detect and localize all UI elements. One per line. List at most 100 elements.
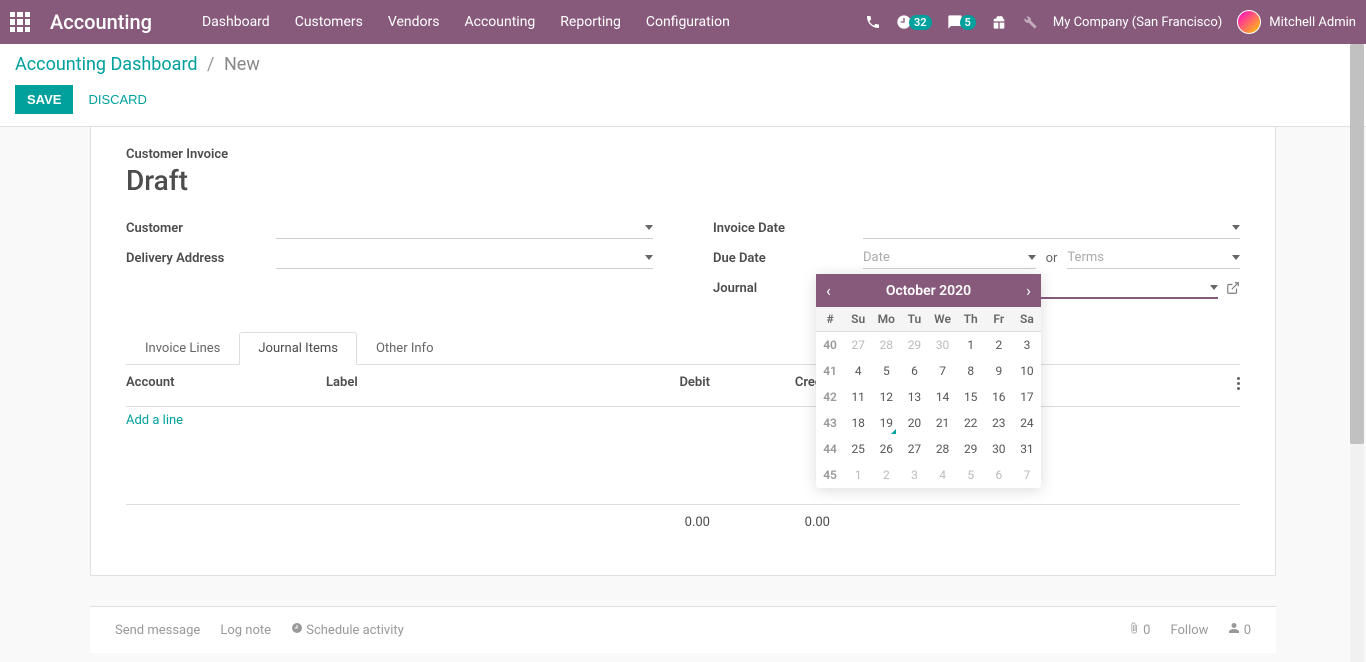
th-debit: Debit bbox=[590, 375, 710, 396]
scrollbar[interactable] bbox=[1350, 44, 1364, 662]
log-note[interactable]: Log note bbox=[220, 623, 271, 638]
dp-day[interactable]: 25 bbox=[844, 436, 872, 462]
dp-day[interactable]: 19 bbox=[872, 410, 900, 436]
customer-input[interactable] bbox=[276, 217, 653, 239]
dp-day[interactable]: 13 bbox=[900, 384, 928, 410]
dp-day[interactable]: 21 bbox=[929, 410, 957, 436]
dp-dow-Sa: Sa bbox=[1013, 307, 1041, 331]
phone-icon[interactable] bbox=[865, 14, 881, 30]
followers[interactable]: 0 bbox=[1228, 622, 1251, 638]
dp-day[interactable]: 15 bbox=[957, 384, 985, 410]
dp-day[interactable]: 17 bbox=[1013, 384, 1041, 410]
nav-dashboard[interactable]: Dashboard bbox=[202, 14, 270, 30]
subtitle: Customer Invoice bbox=[126, 147, 1240, 162]
send-message[interactable]: Send message bbox=[115, 623, 200, 638]
dp-day[interactable]: 27 bbox=[844, 332, 872, 358]
avatar bbox=[1237, 10, 1261, 34]
schedule-activity[interactable]: Schedule activity bbox=[291, 622, 404, 638]
tab-journal-items[interactable]: Journal Items bbox=[239, 332, 357, 365]
dp-day[interactable]: 4 bbox=[929, 462, 957, 488]
messages-indicator[interactable]: 5 bbox=[947, 14, 976, 30]
dp-day[interactable]: 3 bbox=[900, 462, 928, 488]
terms-input[interactable]: Terms bbox=[1067, 247, 1240, 269]
tab-other-info[interactable]: Other Info bbox=[357, 332, 453, 365]
dp-day[interactable]: 14 bbox=[929, 384, 957, 410]
dp-day[interactable]: 9 bbox=[985, 358, 1013, 384]
dp-day[interactable]: 22 bbox=[957, 410, 985, 436]
activity-indicator[interactable]: 32 bbox=[896, 14, 932, 30]
dp-day[interactable]: 11 bbox=[844, 384, 872, 410]
attachments[interactable]: 0 bbox=[1128, 622, 1151, 638]
dp-day[interactable]: 12 bbox=[872, 384, 900, 410]
nav-reporting[interactable]: Reporting bbox=[560, 14, 621, 30]
dp-day[interactable]: 24 bbox=[1013, 410, 1041, 436]
dp-day[interactable]: 7 bbox=[1013, 462, 1041, 488]
or-text: or bbox=[1046, 251, 1058, 266]
dp-day[interactable]: 31 bbox=[1013, 436, 1041, 462]
dp-dow-We: We bbox=[929, 307, 957, 331]
user-menu[interactable]: Mitchell Admin bbox=[1237, 10, 1356, 34]
discard-button[interactable]: DISCARD bbox=[88, 92, 147, 107]
dp-day[interactable]: 7 bbox=[929, 358, 957, 384]
dp-day[interactable]: 27 bbox=[900, 436, 928, 462]
breadcrumb-link[interactable]: Accounting Dashboard bbox=[15, 54, 198, 75]
dp-day[interactable]: 2 bbox=[985, 332, 1013, 358]
dp-week-44: 44 bbox=[816, 436, 844, 462]
user-name: Mitchell Admin bbox=[1269, 15, 1356, 30]
dp-day[interactable]: 29 bbox=[957, 436, 985, 462]
dp-day[interactable]: 4 bbox=[844, 358, 872, 384]
dp-day[interactable]: 28 bbox=[872, 332, 900, 358]
dp-day[interactable]: 10 bbox=[1013, 358, 1041, 384]
dp-day[interactable]: 1 bbox=[844, 462, 872, 488]
dp-day[interactable]: 6 bbox=[985, 462, 1013, 488]
invoice-date-input[interactable] bbox=[863, 217, 1240, 239]
dp-day[interactable]: 26 bbox=[872, 436, 900, 462]
dp-day[interactable]: 18 bbox=[844, 410, 872, 436]
delivery-input[interactable] bbox=[276, 247, 653, 269]
brand[interactable]: Accounting bbox=[50, 10, 152, 34]
dp-day[interactable]: 6 bbox=[900, 358, 928, 384]
dp-day[interactable]: 8 bbox=[957, 358, 985, 384]
tab-invoice-lines[interactable]: Invoice Lines bbox=[126, 332, 239, 365]
breadcrumb: Accounting Dashboard / New bbox=[15, 54, 1351, 75]
dp-dow-Fr: Fr bbox=[985, 307, 1013, 331]
kebab-icon[interactable] bbox=[1237, 375, 1240, 392]
dp-day[interactable]: 20 bbox=[900, 410, 928, 436]
chatter: Send message Log note Schedule activity … bbox=[90, 606, 1276, 653]
nav-vendors[interactable]: Vendors bbox=[388, 14, 440, 30]
dp-day[interactable]: 5 bbox=[957, 462, 985, 488]
apps-icon[interactable] bbox=[10, 12, 30, 32]
nav-configuration[interactable]: Configuration bbox=[646, 14, 730, 30]
due-date-input[interactable]: Date bbox=[863, 247, 1036, 269]
form-sheet: Customer Invoice Draft Customer Delivery… bbox=[90, 126, 1276, 576]
nav-accounting[interactable]: Accounting bbox=[464, 14, 535, 30]
due-date-label: Due Date bbox=[713, 251, 863, 266]
save-button[interactable]: SAVE bbox=[15, 85, 73, 114]
activity-badge: 32 bbox=[909, 15, 932, 30]
dp-day[interactable]: 5 bbox=[872, 358, 900, 384]
dp-day[interactable]: 23 bbox=[985, 410, 1013, 436]
control-panel: Accounting Dashboard / New SAVE DISCARD bbox=[0, 44, 1366, 127]
dp-day[interactable]: 16 bbox=[985, 384, 1013, 410]
dp-dow-Tu: Tu bbox=[900, 307, 928, 331]
company-name[interactable]: My Company (San Francisco) bbox=[1053, 15, 1222, 30]
dp-day[interactable]: 3 bbox=[1013, 332, 1041, 358]
datepicker-prev[interactable]: ‹ bbox=[826, 281, 831, 300]
customer-label: Customer bbox=[126, 221, 276, 236]
dp-day[interactable]: 30 bbox=[929, 332, 957, 358]
follow-button[interactable]: Follow bbox=[1170, 623, 1208, 638]
datepicker-title[interactable]: October 2020 bbox=[886, 283, 971, 299]
gift-icon[interactable] bbox=[991, 14, 1007, 30]
dp-day[interactable]: 1 bbox=[957, 332, 985, 358]
datepicker-next[interactable]: › bbox=[1026, 281, 1031, 300]
wrench-icon[interactable] bbox=[1022, 14, 1038, 30]
dp-day[interactable]: 30 bbox=[985, 436, 1013, 462]
nav-customers[interactable]: Customers bbox=[295, 14, 363, 30]
page-title: Draft bbox=[126, 164, 1240, 197]
dp-day[interactable]: 2 bbox=[872, 462, 900, 488]
dp-day[interactable]: 28 bbox=[929, 436, 957, 462]
dp-day[interactable]: 29 bbox=[900, 332, 928, 358]
add-line[interactable]: Add a line bbox=[126, 407, 1240, 434]
nav-menu: Dashboard Customers Vendors Accounting R… bbox=[202, 14, 865, 30]
external-link-icon[interactable] bbox=[1226, 281, 1240, 295]
